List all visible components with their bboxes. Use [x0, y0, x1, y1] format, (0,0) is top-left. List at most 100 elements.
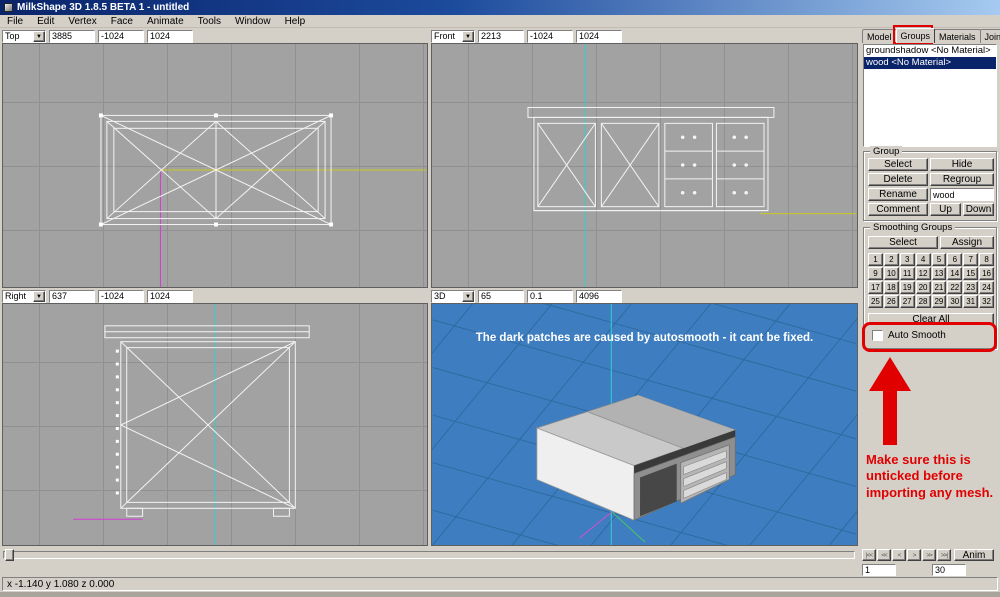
smoothing-group-6[interactable]: 6: [947, 253, 962, 266]
smoothing-group-1[interactable]: 1: [868, 253, 883, 266]
down-button[interactable]: Down: [963, 203, 994, 216]
group-groupbox-title: Group: [870, 146, 902, 157]
chevron-down-icon[interactable]: ▼: [462, 291, 474, 302]
keyframe-slider-thumb[interactable]: [5, 549, 14, 561]
select-button[interactable]: Select: [868, 158, 928, 171]
tab-joints[interactable]: Joints: [980, 29, 1000, 43]
smoothing-group-32[interactable]: 32: [979, 295, 994, 308]
go-to-start-button[interactable]: |<<: [862, 549, 876, 561]
viewport-front-canvas[interactable]: [431, 43, 858, 288]
viewport-3d-field-3[interactable]: [576, 290, 622, 303]
viewport-front-mode-select[interactable]: Front ▼: [431, 30, 475, 43]
smoothing-assign-button[interactable]: Assign: [940, 236, 994, 249]
rename-button[interactable]: Rename: [868, 188, 928, 201]
smoothing-group-28[interactable]: 28: [916, 295, 931, 308]
menu-edit[interactable]: Edit: [30, 15, 61, 28]
smoothing-group-27[interactable]: 27: [900, 295, 915, 308]
smoothing-group-10[interactable]: 10: [884, 267, 899, 280]
smoothing-group-4[interactable]: 4: [916, 253, 931, 266]
smoothing-select-button[interactable]: Select: [868, 236, 938, 249]
menu-file[interactable]: File: [0, 15, 30, 28]
comment-button[interactable]: Comment: [868, 203, 928, 216]
viewport-front-field-1[interactable]: [478, 30, 524, 43]
chevron-down-icon[interactable]: ▼: [33, 31, 45, 42]
step-back-fast-button[interactable]: <<: [877, 549, 891, 561]
viewport-3d-field-2[interactable]: [527, 290, 573, 303]
viewport-3d-mode-value: 3D: [432, 291, 462, 301]
viewport-top-field-2[interactable]: [98, 30, 144, 43]
frame-total-field[interactable]: [932, 564, 966, 576]
title-bar[interactable]: MilkShape 3D 1.8.5 BETA 1 - untitled: [0, 0, 1000, 15]
viewport-3d-field-1[interactable]: [478, 290, 524, 303]
smoothing-group-7[interactable]: 7: [963, 253, 978, 266]
keyframe-slider-track[interactable]: [3, 551, 855, 559]
groups-list[interactable]: groundshadow <No Material>wood <No Mater…: [863, 44, 997, 147]
step-forward-button[interactable]: >: [907, 549, 921, 561]
anim-button[interactable]: Anim: [954, 549, 994, 561]
viewport-front-mode-value: Front: [432, 31, 462, 41]
group-list-item[interactable]: groundshadow <No Material>: [864, 45, 996, 57]
smoothing-group-9[interactable]: 9: [868, 267, 883, 280]
smoothing-group-2[interactable]: 2: [884, 253, 899, 266]
step-forward-fast-button[interactable]: >>: [922, 549, 936, 561]
viewport-top-mode-select[interactable]: Top ▼: [2, 30, 46, 43]
go-to-end-button[interactable]: >>|: [937, 549, 951, 561]
viewport-right-mode-select[interactable]: Right ▼: [2, 290, 46, 303]
viewport-front-field-2[interactable]: [527, 30, 573, 43]
smoothing-group-29[interactable]: 29: [932, 295, 947, 308]
smoothing-group-17[interactable]: 17: [868, 281, 883, 294]
smoothing-group-14[interactable]: 14: [947, 267, 962, 280]
group-list-item[interactable]: wood <No Material>: [864, 57, 996, 69]
smoothing-grid: 1234567891011121314151617181920212223242…: [868, 253, 994, 308]
frame-current-field[interactable]: [862, 564, 896, 576]
smoothing-group-3[interactable]: 3: [900, 253, 915, 266]
chevron-down-icon[interactable]: ▼: [462, 31, 474, 42]
smoothing-group-23[interactable]: 23: [963, 281, 978, 294]
tab-groups[interactable]: Groups: [896, 28, 936, 43]
smoothing-groups-title: Smoothing Groups: [870, 222, 955, 233]
menu-tools[interactable]: Tools: [191, 15, 228, 28]
up-button[interactable]: Up: [930, 203, 961, 216]
smoothing-group-30[interactable]: 30: [947, 295, 962, 308]
chevron-down-icon[interactable]: ▼: [33, 291, 45, 302]
viewport-right-field-3[interactable]: [147, 290, 193, 303]
viewport-top-canvas[interactable]: [2, 43, 428, 288]
smoothing-group-15[interactable]: 15: [963, 267, 978, 280]
smoothing-group-20[interactable]: 20: [916, 281, 931, 294]
smoothing-group-22[interactable]: 22: [947, 281, 962, 294]
smoothing-group-12[interactable]: 12: [916, 267, 931, 280]
menu-help[interactable]: Help: [278, 15, 313, 28]
step-back-button[interactable]: <: [892, 549, 906, 561]
smoothing-group-8[interactable]: 8: [979, 253, 994, 266]
menu-vertex[interactable]: Vertex: [61, 15, 103, 28]
viewport-right-field-2[interactable]: [98, 290, 144, 303]
smoothing-group-18[interactable]: 18: [884, 281, 899, 294]
menu-window[interactable]: Window: [228, 15, 278, 28]
viewport-3d-mode-select[interactable]: 3D ▼: [431, 290, 475, 303]
tab-model[interactable]: Model: [862, 29, 897, 43]
menu-animate[interactable]: Animate: [140, 15, 191, 28]
viewport-front-field-3[interactable]: [576, 30, 622, 43]
smoothing-group-19[interactable]: 19: [900, 281, 915, 294]
viewport-top-field-3[interactable]: [147, 30, 193, 43]
viewport-3d-canvas[interactable]: The dark patches are caused by autosmoot…: [431, 303, 858, 546]
smoothing-group-5[interactable]: 5: [932, 253, 947, 266]
viewport-right-field-1[interactable]: [49, 290, 95, 303]
smoothing-group-31[interactable]: 31: [963, 295, 978, 308]
smoothing-group-26[interactable]: 26: [884, 295, 899, 308]
smoothing-group-24[interactable]: 24: [979, 281, 994, 294]
delete-button[interactable]: Delete: [868, 173, 928, 186]
smoothing-group-21[interactable]: 21: [932, 281, 947, 294]
smoothing-group-25[interactable]: 25: [868, 295, 883, 308]
smoothing-group-13[interactable]: 13: [932, 267, 947, 280]
rename-input[interactable]: [930, 188, 994, 201]
viewport-top-field-1[interactable]: [49, 30, 95, 43]
viewport-right-canvas[interactable]: [2, 303, 428, 546]
smoothing-group-11[interactable]: 11: [900, 267, 915, 280]
viewport-3d-toolbar: 3D ▼: [431, 289, 858, 303]
smoothing-group-16[interactable]: 16: [979, 267, 994, 280]
regroup-button[interactable]: Regroup: [930, 173, 994, 186]
hide-button[interactable]: Hide: [930, 158, 994, 171]
tab-materials[interactable]: Materials: [934, 29, 981, 43]
menu-face[interactable]: Face: [104, 15, 140, 28]
